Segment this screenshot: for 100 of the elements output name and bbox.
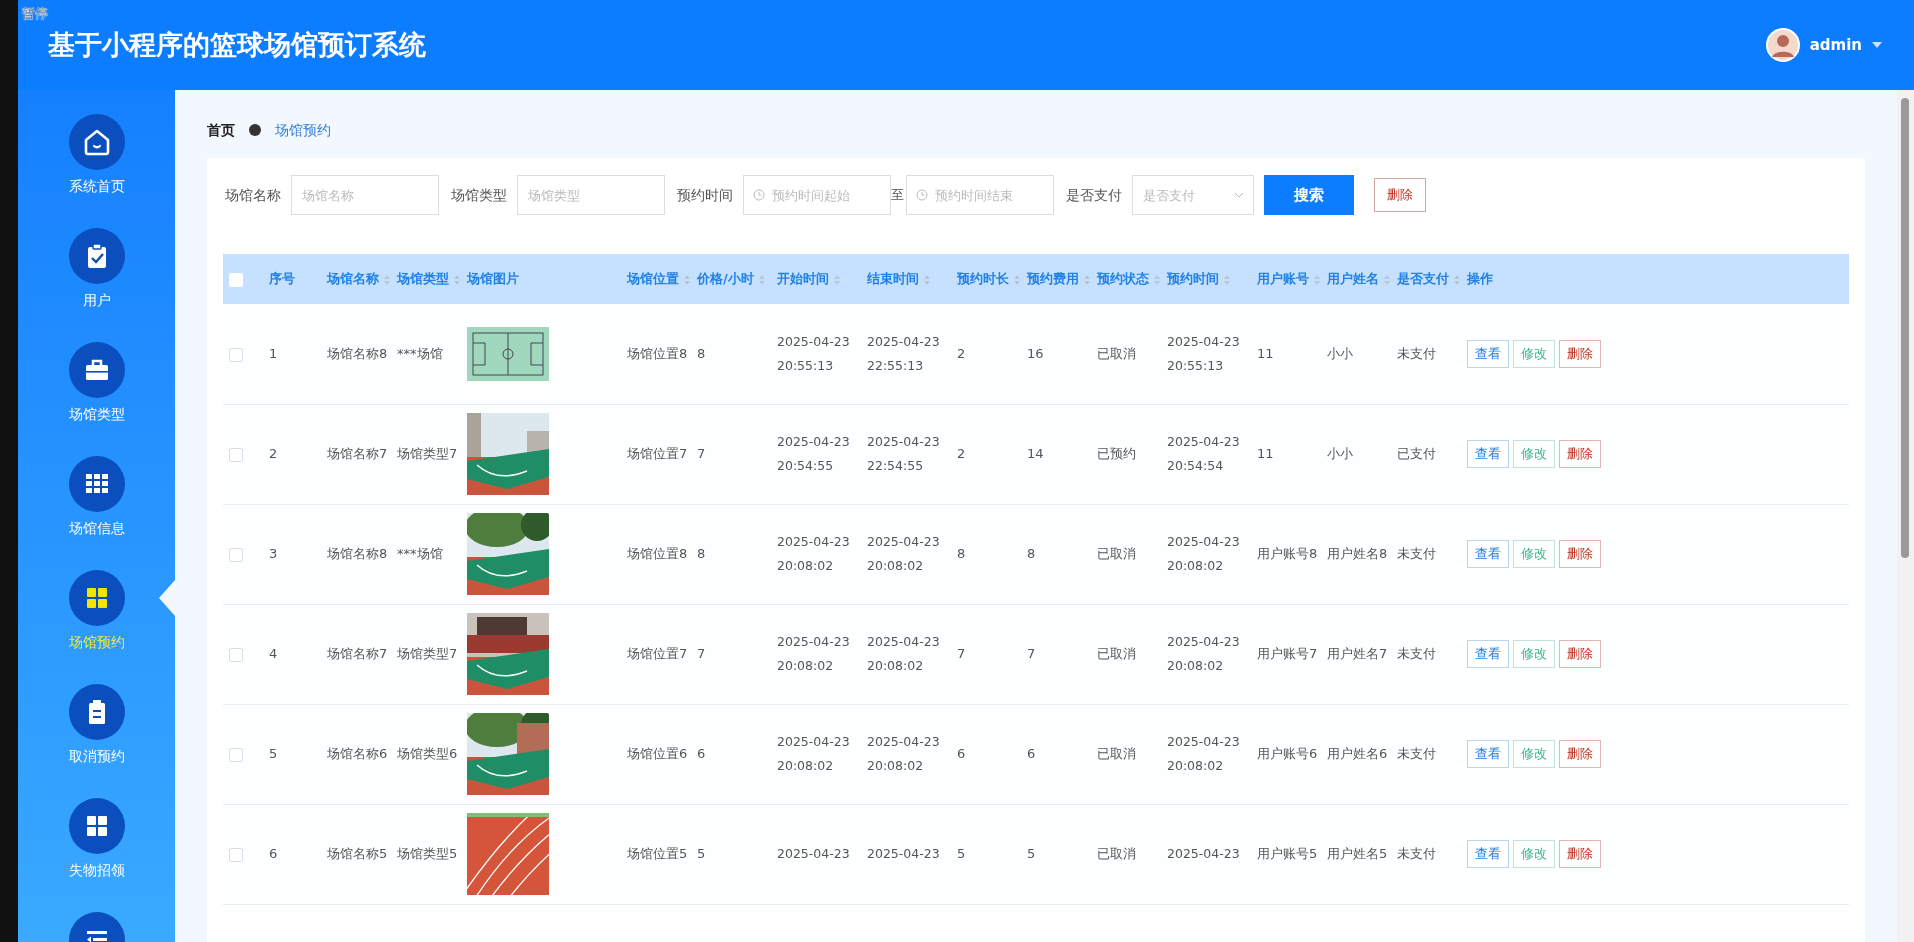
row-checkbox[interactable] bbox=[229, 547, 243, 562]
sidebar-item[interactable]: 场馆信息 bbox=[68, 518, 125, 539]
edit-button[interactable]: 修改 bbox=[1513, 840, 1555, 868]
filter-label: 预约时间 bbox=[677, 185, 733, 205]
delete-button[interactable]: 删除 bbox=[1374, 178, 1426, 212]
view-button[interactable]: 查看 bbox=[1467, 740, 1509, 768]
table-cell: 6 bbox=[247, 804, 325, 904]
edit-button[interactable]: 修改 bbox=[1513, 540, 1555, 568]
sort-icon[interactable] bbox=[1013, 273, 1021, 286]
table-cell: ***场馆 bbox=[395, 504, 465, 604]
username[interactable]: admin bbox=[1809, 33, 1862, 57]
table-cell: 未支付 bbox=[1395, 704, 1465, 804]
view-button[interactable]: 查看 bbox=[1467, 339, 1509, 368]
view-button[interactable]: 查看 bbox=[1467, 540, 1509, 568]
input-field[interactable]: 预约时间结束 bbox=[906, 175, 1054, 215]
table-cell: 5 bbox=[955, 804, 1025, 904]
sort-icon[interactable] bbox=[1383, 273, 1391, 286]
filter-label: 是否支付 bbox=[1066, 185, 1122, 205]
sort-icon[interactable] bbox=[833, 273, 841, 286]
scrollbar-thumb[interactable] bbox=[1901, 98, 1909, 558]
table-cell: 4 bbox=[247, 604, 325, 704]
table-cell: 11 bbox=[1255, 404, 1325, 504]
table-cell: 场馆类型6 bbox=[395, 704, 465, 804]
edit-button[interactable]: 修改 bbox=[1513, 339, 1555, 368]
select-field[interactable]: 是否支付 bbox=[1132, 175, 1254, 215]
sort-icon[interactable] bbox=[923, 273, 931, 286]
view-button[interactable]: 查看 bbox=[1467, 440, 1509, 468]
search-button[interactable]: 搜索 bbox=[1264, 175, 1354, 215]
sidebar-item[interactable]: 系统首页 bbox=[68, 176, 125, 197]
edit-button[interactable]: 修改 bbox=[1513, 440, 1555, 468]
sort-icon[interactable] bbox=[1083, 273, 1091, 286]
table-cell: 2 bbox=[247, 404, 325, 504]
breadcrumb-item[interactable]: 首页 bbox=[207, 119, 235, 141]
sort-icon[interactable] bbox=[757, 273, 766, 286]
table-cell: 16 bbox=[1025, 304, 1095, 404]
pause-label: 暂停 bbox=[22, 5, 48, 23]
delete-button[interactable]: 删除 bbox=[1559, 640, 1601, 668]
table-cell: 5 bbox=[247, 704, 325, 804]
row-checkbox[interactable] bbox=[229, 747, 243, 762]
table-cell: 用户账号6 bbox=[1255, 704, 1325, 804]
edit-button[interactable]: 修改 bbox=[1513, 640, 1555, 668]
sidebar-item[interactable]: 取消预约 bbox=[68, 746, 125, 767]
table-cell: 场馆名称8 bbox=[325, 504, 395, 604]
sort-icon[interactable] bbox=[453, 273, 461, 286]
sort-icon[interactable] bbox=[683, 273, 691, 286]
table-cell: 2025-04-23 20:54:54 bbox=[1165, 404, 1255, 504]
range-separator: 至 bbox=[891, 186, 904, 205]
table-cell: 2025-04-23 20:54:55 bbox=[775, 404, 865, 504]
sort-icon[interactable] bbox=[1453, 273, 1461, 286]
table-cell: 8 bbox=[955, 504, 1025, 604]
delete-button[interactable]: 删除 bbox=[1559, 339, 1601, 368]
table-cell: 场馆位置7 bbox=[625, 604, 695, 704]
row-checkbox[interactable] bbox=[229, 647, 243, 662]
avatar[interactable] bbox=[1765, 28, 1800, 62]
table-cell: 2025-04-23 bbox=[775, 804, 865, 904]
table-cell: 8 bbox=[1025, 504, 1095, 604]
table-cell: 2025-04-23 20:08:02 bbox=[1165, 704, 1255, 804]
select-all-checkbox[interactable] bbox=[229, 272, 243, 287]
row-checkbox[interactable] bbox=[229, 447, 243, 462]
caret-icon[interactable] bbox=[1872, 42, 1882, 48]
row-checkbox[interactable] bbox=[229, 347, 243, 362]
sort-icon[interactable] bbox=[1313, 273, 1321, 286]
edit-button[interactable]: 修改 bbox=[1513, 740, 1555, 768]
sort-icon[interactable] bbox=[1223, 273, 1231, 286]
table-cell: 场馆位置8 bbox=[625, 304, 695, 404]
table-cell: 2025-04-23 20:55:13 bbox=[1165, 304, 1255, 404]
sidebar-item[interactable]: 用户 bbox=[82, 290, 111, 311]
sort-icon[interactable] bbox=[383, 273, 391, 286]
breadcrumb-item: 场馆预约 bbox=[275, 120, 331, 140]
delete-button[interactable]: 删除 bbox=[1559, 540, 1601, 568]
input-field[interactable]: 场馆类型 bbox=[517, 175, 665, 215]
column-header: 操作 bbox=[1467, 271, 1493, 287]
table-cell: 用户账号8 bbox=[1255, 504, 1325, 604]
table-cell: 场馆位置7 bbox=[625, 404, 695, 504]
row-checkbox[interactable] bbox=[229, 847, 243, 862]
sidebar-item[interactable]: 失物招领 bbox=[68, 860, 125, 881]
table-cell: 5 bbox=[1025, 804, 1095, 904]
table-cell: 未支付 bbox=[1395, 304, 1465, 404]
table-cell: 已取消 bbox=[1095, 604, 1165, 704]
table-cell: 1 bbox=[247, 304, 325, 404]
delete-button[interactable]: 删除 bbox=[1559, 740, 1601, 768]
sidebar-item[interactable]: 场馆预约 bbox=[68, 632, 125, 653]
table-cell: 未支付 bbox=[1395, 504, 1465, 604]
sort-icon[interactable] bbox=[1153, 273, 1161, 286]
table-cell: 场馆位置6 bbox=[625, 704, 695, 804]
delete-button[interactable]: 删除 bbox=[1559, 840, 1601, 868]
table-cell: 6 bbox=[695, 704, 775, 804]
sidebar-item[interactable]: 场馆类型 bbox=[68, 404, 125, 425]
table-cell: 场馆名称6 bbox=[325, 704, 395, 804]
view-button[interactable]: 查看 bbox=[1467, 840, 1509, 868]
input-field[interactable]: 场馆名称 bbox=[291, 175, 439, 215]
delete-button[interactable]: 删除 bbox=[1559, 440, 1601, 468]
table-cell: 8 bbox=[695, 504, 775, 604]
table-cell: 场馆位置5 bbox=[625, 804, 695, 904]
input-field[interactable]: 预约时间起始 bbox=[743, 175, 891, 215]
scrollbar[interactable] bbox=[1897, 90, 1914, 942]
table-cell: 2 bbox=[955, 404, 1025, 504]
view-button[interactable]: 查看 bbox=[1467, 640, 1509, 668]
table-cell: 3 bbox=[247, 504, 325, 604]
table-cell: 7 bbox=[955, 604, 1025, 704]
